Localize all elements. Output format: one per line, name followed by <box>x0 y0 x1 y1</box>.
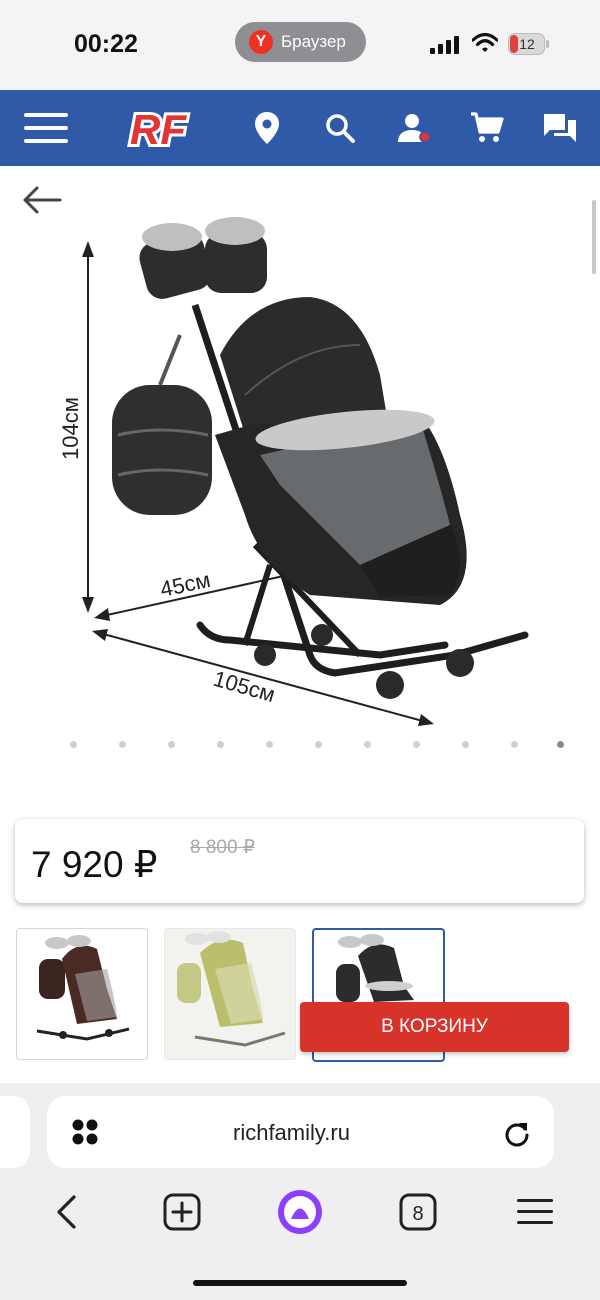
add-to-cart-button[interactable]: В КОРЗИНУ <box>300 1002 569 1052</box>
gallery-dot[interactable] <box>511 741 518 748</box>
gallery-dot[interactable] <box>315 741 322 748</box>
old-price: 8 800 ₽ <box>190 837 255 858</box>
gallery-dot[interactable] <box>168 741 175 748</box>
gallery-dot[interactable] <box>266 741 273 748</box>
tab-count: 8 <box>412 1203 423 1225</box>
width-label: 45см <box>158 567 213 602</box>
home-indicator[interactable] <box>193 1280 407 1286</box>
site-logo[interactable]: RF RF <box>126 104 192 152</box>
alice-assistant-button[interactable] <box>276 1188 324 1236</box>
menu-icon <box>24 113 68 143</box>
thumbnail-image <box>36 935 130 1041</box>
back-to-browser-pill[interactable]: Y Браузер <box>235 22 366 62</box>
status-time: 00:22 <box>74 30 138 58</box>
site-header: RF RF <box>0 90 600 166</box>
browser-pill-label: Браузер <box>281 32 346 51</box>
gallery-dot[interactable] <box>119 741 126 748</box>
tabs-icon: 8 <box>399 1193 437 1231</box>
account-button[interactable] <box>397 108 433 148</box>
search-icon <box>326 114 355 143</box>
alice-icon <box>278 1190 322 1234</box>
back-nav-button[interactable] <box>48 1192 84 1232</box>
user-icon <box>398 114 431 143</box>
scrollbar-thumb[interactable] <box>592 200 596 274</box>
wifi-icon <box>472 32 498 52</box>
site-menu-dots-icon[interactable] <box>71 1118 99 1146</box>
thumbnail-olive[interactable] <box>164 928 296 1060</box>
gallery-dot-active[interactable] <box>557 741 564 748</box>
menu-button[interactable] <box>24 108 68 148</box>
height-label: 104см <box>60 397 83 460</box>
battery-level: 12 <box>519 36 535 52</box>
new-tab-button[interactable] <box>162 1192 202 1232</box>
thumbnail-brown[interactable] <box>16 928 148 1060</box>
current-price: 7 920 ₽ <box>31 844 158 885</box>
cart-icon <box>471 112 504 142</box>
gallery-dot[interactable] <box>70 741 77 748</box>
chat-icon <box>544 114 576 142</box>
url-text[interactable]: richfamily.ru <box>233 1120 350 1146</box>
search-button[interactable] <box>324 108 356 148</box>
gallery-dot[interactable] <box>217 741 224 748</box>
height-dimension: 104см <box>60 241 94 613</box>
gallery-dot[interactable] <box>462 741 469 748</box>
hamburger-menu-icon <box>517 1199 553 1224</box>
battery-icon: 12 <box>508 33 549 55</box>
thumbnail-image <box>165 929 295 1059</box>
back-arrow-icon[interactable] <box>22 186 62 214</box>
location-pin-icon <box>255 112 279 144</box>
gallery-pagination <box>70 741 570 751</box>
logo-text: RF <box>130 106 187 152</box>
location-button[interactable] <box>252 108 282 148</box>
chat-button[interactable] <box>543 108 577 148</box>
product-image[interactable]: 104см 45см 105см <box>60 185 570 740</box>
gallery-dot[interactable] <box>413 741 420 748</box>
rf-logo-icon: RF RF <box>127 104 190 152</box>
plus-square-icon <box>163 1193 201 1231</box>
cart-header-button[interactable] <box>470 108 504 148</box>
cell-signal-icon <box>430 36 459 54</box>
sled-stroller-drawing <box>112 217 529 699</box>
chevron-left-icon <box>57 1195 76 1229</box>
tabs-button[interactable]: 8 <box>398 1192 438 1232</box>
reload-icon[interactable] <box>503 1119 531 1147</box>
browser-menu-button[interactable] <box>515 1192 555 1232</box>
gallery-dot[interactable] <box>364 741 371 748</box>
yandex-logo-icon: Y <box>249 30 273 54</box>
previous-tab-card[interactable] <box>0 1096 30 1168</box>
